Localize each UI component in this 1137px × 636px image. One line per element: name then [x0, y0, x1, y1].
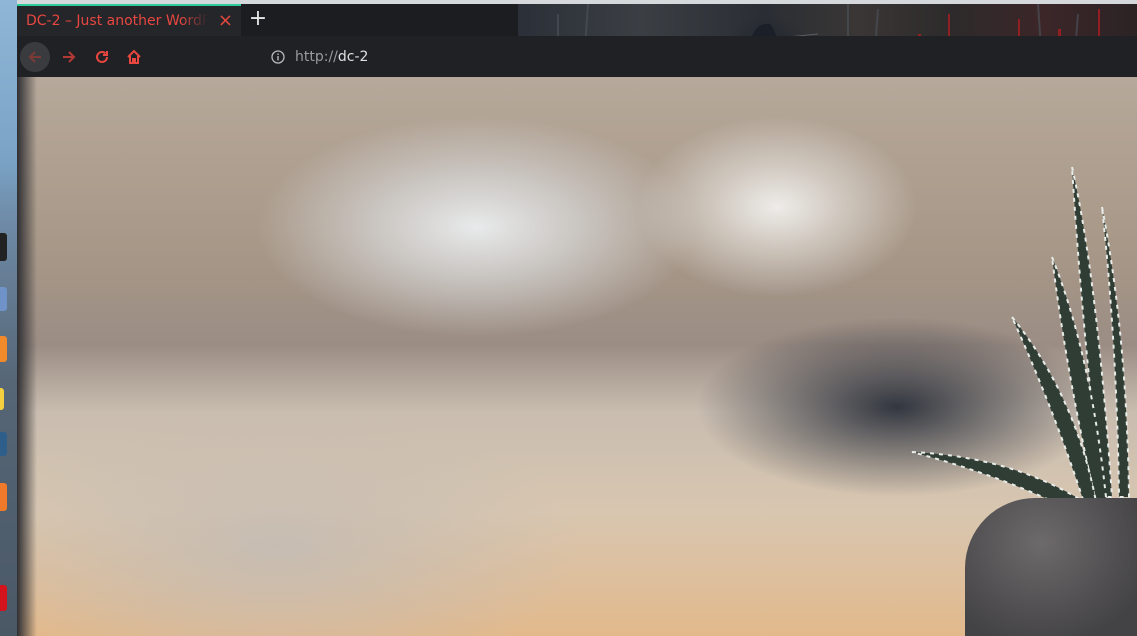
browser-window: DC-2 – Just another WordPress site × + — [17, 0, 1137, 636]
tab-active[interactable]: DC-2 – Just another WordPress site × — [17, 4, 241, 36]
address-bar[interactable]: http://dc-2 — [271, 44, 368, 70]
dock-app-firefox-icon[interactable] — [0, 336, 7, 362]
home-icon — [127, 49, 141, 64]
reload-button[interactable] — [87, 42, 117, 72]
url-scheme: http:// — [295, 49, 338, 65]
dock-app-blue-icon[interactable] — [0, 432, 7, 456]
dock-app-terminal-icon[interactable] — [0, 233, 7, 261]
back-button[interactable] — [20, 42, 50, 72]
back-arrow-icon — [28, 51, 41, 63]
dock-app-star-icon[interactable] — [0, 388, 4, 410]
url-host: dc-2 — [337, 49, 369, 65]
new-tab-button[interactable]: + — [248, 8, 268, 30]
tab-title: DC-2 – Just another WordPress site — [26, 13, 208, 29]
dock-app-files-icon[interactable] — [0, 287, 7, 311]
navigation-toolbar: http://dc-2 — [17, 36, 1137, 77]
forward-arrow-icon — [63, 51, 76, 63]
desktop-dock — [0, 0, 17, 636]
tab-close-icon[interactable]: × — [218, 11, 233, 31]
reload-icon — [96, 50, 108, 63]
forward-button[interactable] — [54, 42, 84, 72]
dock-app-red-icon[interactable] — [0, 585, 7, 611]
info-icon[interactable] — [271, 50, 285, 64]
home-button[interactable] — [119, 42, 149, 72]
plant-pot — [965, 498, 1137, 636]
dock-app-orange-icon[interactable] — [0, 483, 7, 511]
page-hero-image — [17, 77, 1137, 636]
